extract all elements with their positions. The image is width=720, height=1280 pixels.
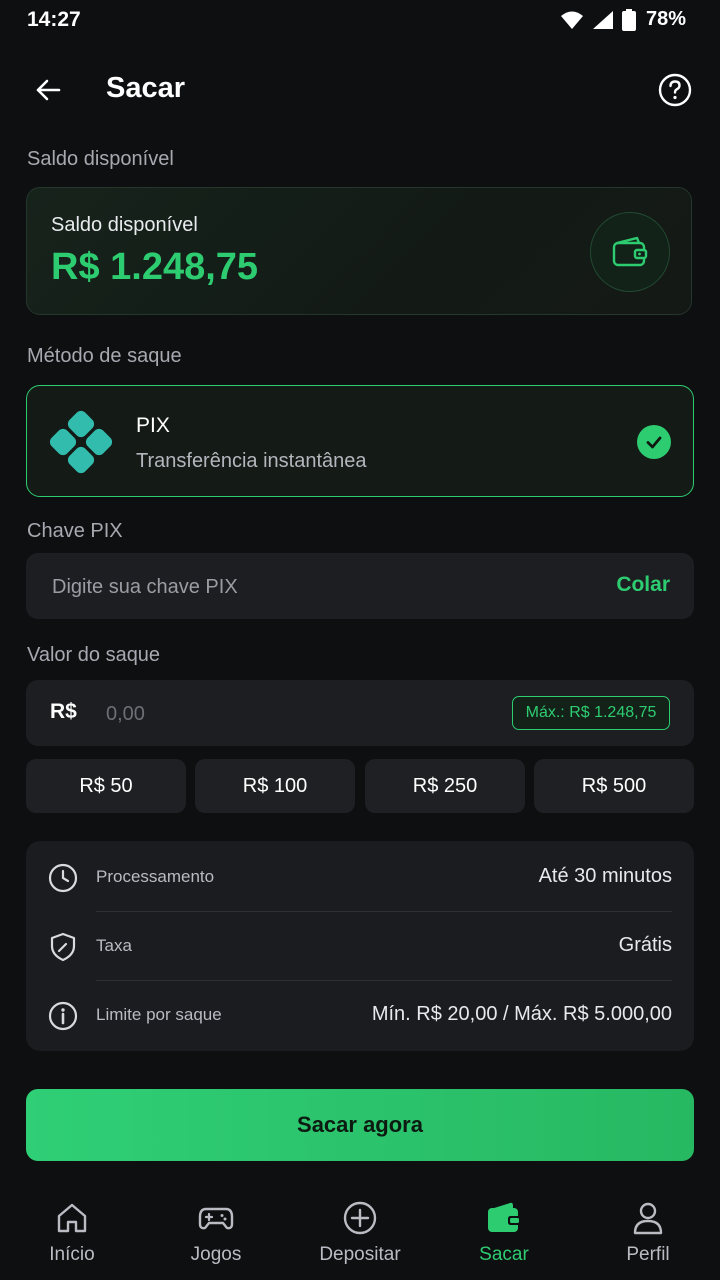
withdraw-now-button[interactable]: Sacar agora	[26, 1089, 694, 1161]
nav-item-profile[interactable]: Perfil	[576, 1180, 720, 1280]
plus-circle-icon	[343, 1201, 377, 1235]
paste-button[interactable]: Colar	[616, 573, 670, 597]
quick-amount-button[interactable]: R$ 50	[26, 759, 186, 813]
nav-label: Jogos	[190, 1244, 242, 1265]
battery-icon	[621, 8, 636, 31]
clock-icon	[48, 863, 78, 893]
help-button[interactable]	[653, 68, 697, 112]
arrow-left-icon	[36, 79, 61, 101]
info-value: Grátis	[618, 934, 672, 956]
pix-key-input[interactable]	[50, 553, 594, 621]
quick-amount-button[interactable]: R$ 100	[195, 759, 355, 813]
amount-field: R$ Máx.: R$ 1.248,75	[26, 680, 694, 748]
method-description: Transferência instantânea	[136, 450, 367, 472]
shield-icon	[50, 932, 76, 962]
nav-item-games[interactable]: Jogos	[144, 1180, 288, 1280]
pix-logo-icon	[49, 410, 113, 474]
balance-card: Saldo disponível R$ 1.248,75	[26, 187, 692, 315]
quick-amount-button[interactable]: R$ 500	[534, 759, 694, 813]
user-icon	[633, 1202, 663, 1235]
nav-label: Perfil	[626, 1244, 670, 1265]
nav-item-withdraw[interactable]: Sacar	[432, 1180, 576, 1280]
question-circle-icon	[658, 73, 692, 107]
balance-label: Saldo disponível	[51, 214, 198, 236]
info-value: Mín. R$ 20,00 / Máx. R$ 5.000,00	[371, 1003, 672, 1025]
wallet-badge	[590, 212, 670, 292]
info-row-limit: Limite por saque Mín. R$ 20,00 / Máx. R$…	[26, 981, 694, 1049]
bottom-nav: Início Jogos Depositar Sacar Perfil	[0, 1180, 720, 1280]
quick-amounts: R$ 50 R$ 100 R$ 250 R$ 500	[26, 759, 694, 813]
selected-check-icon	[637, 425, 671, 459]
back-button[interactable]	[26, 68, 70, 112]
balance-value: R$ 1.248,75	[51, 246, 259, 288]
status-time: 14:27	[27, 8, 81, 31]
method-section-label: Método de saque	[27, 345, 182, 367]
info-value: Até 30 minutos	[538, 865, 672, 887]
withdraw-info-card: Processamento Até 30 minutos Taxa Grátis…	[26, 841, 694, 1051]
battery-percentage: 78%	[645, 8, 686, 30]
amount-input[interactable]	[104, 680, 408, 748]
app-bar: Sacar	[0, 60, 720, 120]
nav-item-deposit[interactable]: Depositar	[288, 1180, 432, 1280]
amount-label: Valor do saque	[27, 644, 161, 666]
currency-prefix: R$	[50, 700, 77, 723]
info-row-processing: Processamento Até 30 minutos	[26, 843, 694, 911]
nav-label: Depositar	[319, 1244, 401, 1265]
status-icons: 78%	[560, 8, 686, 31]
pix-method-option[interactable]: PIX Transferência instantânea	[26, 385, 694, 497]
max-amount-button[interactable]: Máx.: R$ 1.248,75	[512, 696, 670, 730]
pix-key-field: Colar	[26, 553, 694, 621]
balance-section-label: Saldo disponível	[27, 148, 174, 170]
quick-amount-button[interactable]: R$ 250	[365, 759, 525, 813]
method-name: PIX	[136, 414, 170, 437]
nav-label: Sacar	[479, 1244, 529, 1265]
wallet-icon	[612, 236, 648, 267]
nav-label: Início	[49, 1244, 95, 1265]
signal-icon	[592, 10, 613, 29]
info-label: Processamento	[96, 867, 215, 886]
page-title: Sacar	[106, 72, 186, 104]
home-icon	[57, 1203, 87, 1233]
status-bar: 14:27 78%	[0, 0, 720, 40]
wifi-icon	[560, 11, 583, 29]
info-label: Taxa	[96, 936, 132, 955]
nav-item-home[interactable]: Início	[0, 1180, 144, 1280]
info-label: Limite por saque	[96, 1005, 222, 1024]
gamepad-icon	[198, 1207, 234, 1230]
info-icon	[48, 1001, 78, 1031]
info-row-fee: Taxa Grátis	[26, 912, 694, 980]
pix-key-label: Chave PIX	[27, 520, 123, 542]
wallet-icon	[488, 1202, 521, 1232]
